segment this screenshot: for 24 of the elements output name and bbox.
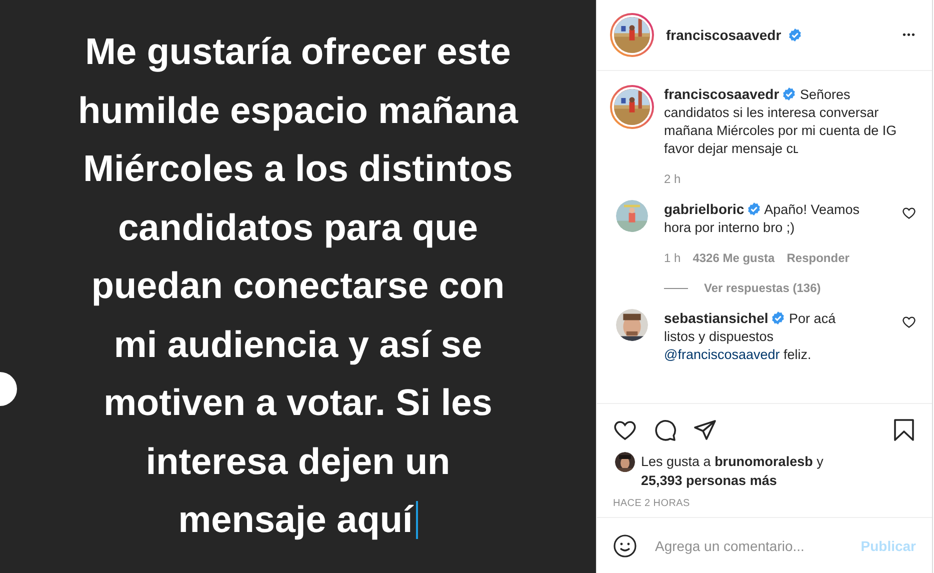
comment-text: sebastiansichel Por acá listos y dispuestos @franciscosaavedr feliz. [664,309,837,364]
circle-button-icon[interactable] [0,372,17,406]
likes-text: Les gusta a brunomoralesb y 25,393 personas más [641,453,824,490]
username-link[interactable]: gabrielboric [664,201,744,217]
username-link[interactable]: brunomoralesb [714,454,813,469]
likes-count-link[interactable]: 25,393 personas más [641,473,777,488]
mention-link[interactable]: @franciscosaavedr [664,347,780,362]
heart-icon[interactable] [902,315,916,329]
heart-icon[interactable] [902,206,916,220]
story-text: Me gustaría ofrecer este humilde espacio mañana Miércoles a los distintos candidatos para que puedan conectarse con mi audiencia y así se motiven a votar. Si les interesa dejen un mensaje aquí [78,30,518,542]
bookmark-icon[interactable] [892,418,916,442]
share-icon[interactable] [693,418,717,442]
username-link[interactable]: franciscosaavedr [664,86,780,102]
comment-icon[interactable] [653,418,677,442]
emoji-icon[interactable] [613,534,637,558]
username-link[interactable]: franciscosaavedr [666,27,782,43]
more-button[interactable]: ••• [902,30,916,40]
timestamp: 2 h [664,172,681,186]
comment-text: gabrielboric Apaño! Veamos hora por interno bro ;) [664,200,860,237]
timestamp: 1 h [664,251,681,265]
like-icon[interactable] [613,418,637,442]
caption-text: franciscosaavedr Señores candidatos si les interesa conversar mañana Miércoles por mi cuenta de IG favor dejar mensaje cʟ [664,85,898,158]
post-timestamp: HACE 2 HORAS [597,490,932,518]
username-link[interactable]: sebastiansichel [664,310,768,326]
